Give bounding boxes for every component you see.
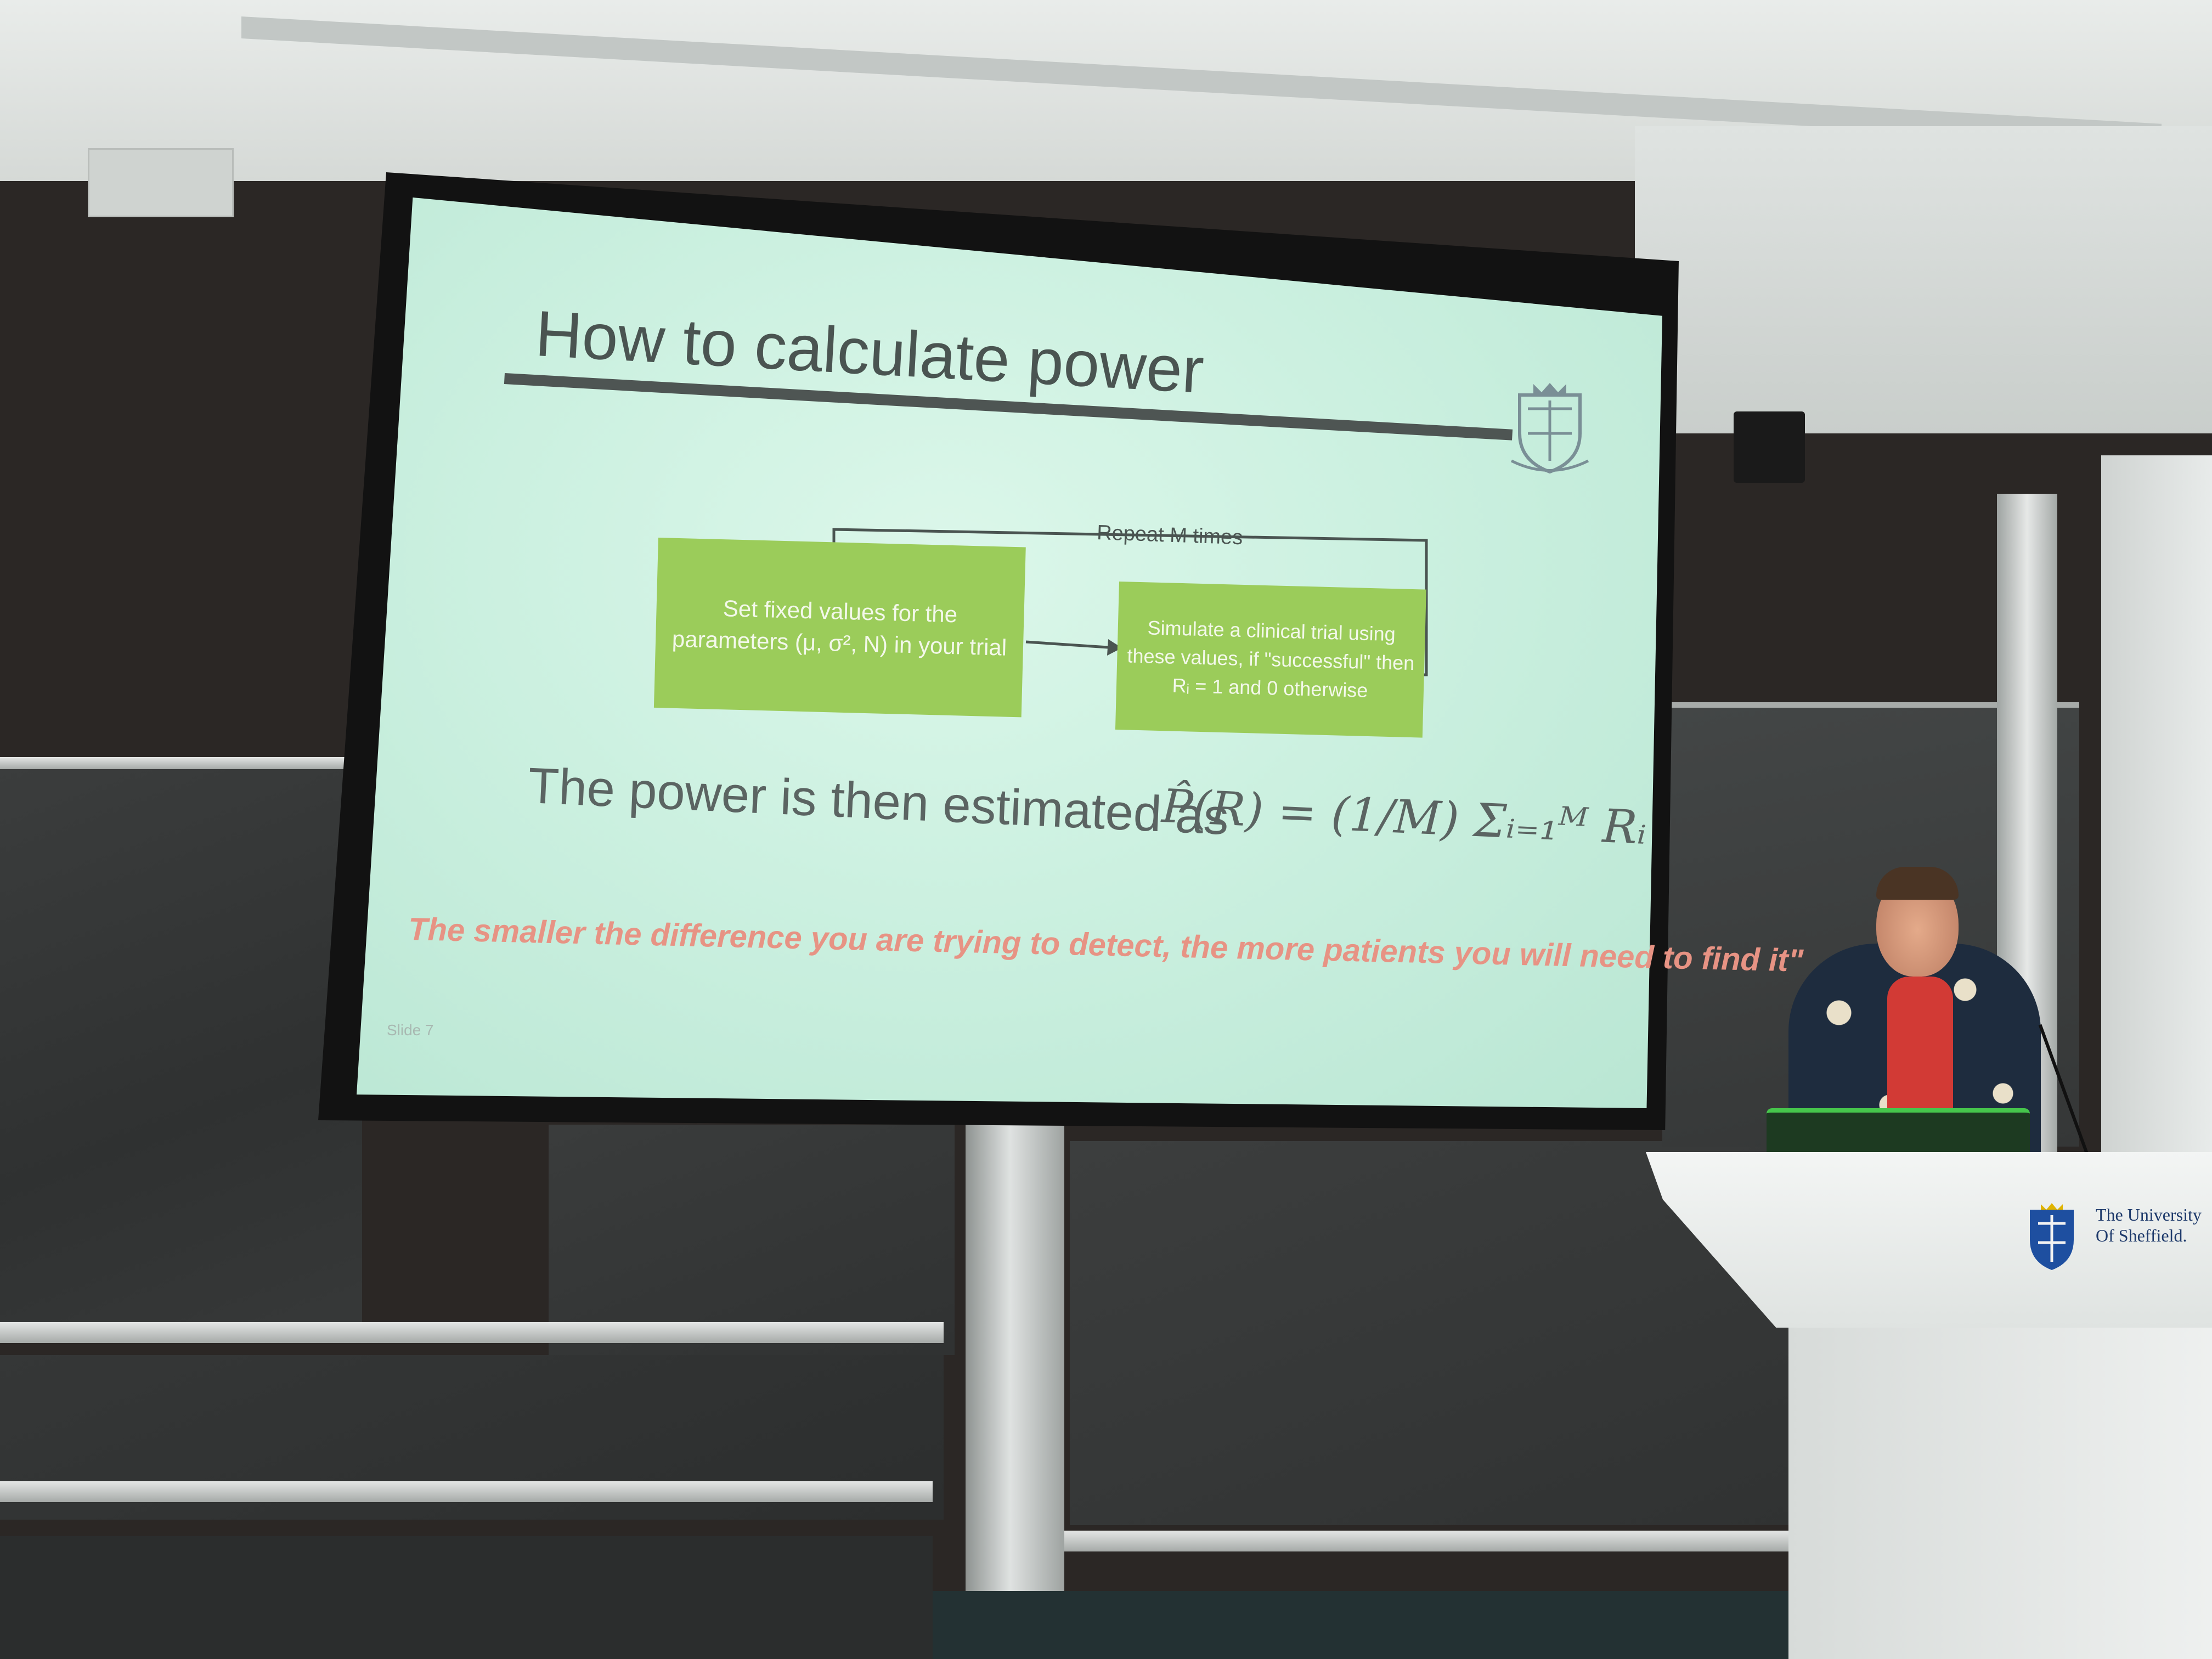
blackboard-divider-pillar bbox=[966, 1125, 1064, 1659]
podium-body bbox=[1788, 1328, 2212, 1659]
floor bbox=[933, 1591, 1810, 1659]
flow-box-simulate-trial: Simulate a clinical trial using these va… bbox=[1115, 582, 1426, 738]
repeat-label: Repeat M times bbox=[1096, 521, 1243, 550]
blackboard-middle bbox=[549, 1125, 955, 1355]
podium-logo-icon bbox=[2030, 1203, 2074, 1270]
ceiling-vent bbox=[88, 148, 234, 217]
blackboard-left bbox=[0, 768, 362, 1339]
university-crest-icon bbox=[1510, 383, 1589, 474]
presenter-hair bbox=[1876, 867, 1959, 900]
ceiling-right-panel bbox=[1635, 126, 2212, 433]
flow-box-set-parameters: Set fixed values for the parameters (μ, … bbox=[653, 538, 1026, 718]
wall-speaker bbox=[1734, 411, 1805, 483]
blackboard-bottom-left bbox=[0, 1536, 933, 1659]
presenter-shirt bbox=[1887, 977, 1953, 1119]
blackboard-rail bbox=[0, 1481, 933, 1502]
blackboard-rail bbox=[0, 1322, 944, 1343]
blackboard-rail bbox=[0, 757, 357, 769]
blackboard-rail bbox=[1064, 1531, 1805, 1551]
podium-university-text: The University Of Sheffield. bbox=[2096, 1205, 2202, 1245]
slide-number: Slide 7 bbox=[387, 1022, 434, 1039]
